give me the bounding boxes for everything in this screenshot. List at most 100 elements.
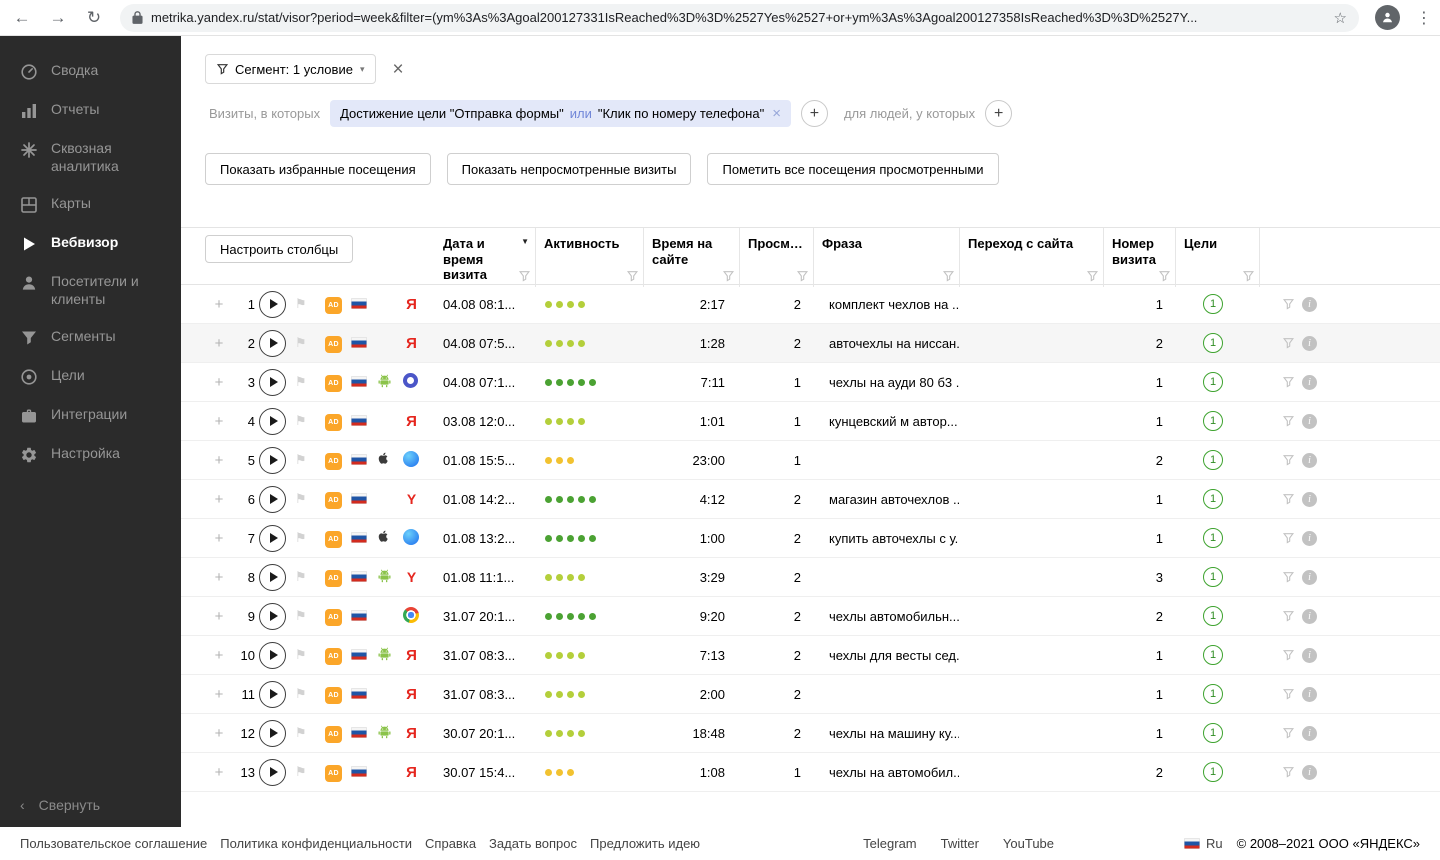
flag-icon[interactable]: ⚑ — [295, 725, 307, 740]
flag-icon[interactable]: ⚑ — [295, 647, 307, 662]
column-header-goals[interactable]: Цели — [1175, 228, 1259, 287]
row-info-icon[interactable]: i — [1302, 570, 1317, 585]
table-row[interactable]: + 12 ⚑ AD Я 30.07 20:1... 18:48 2 чехлы … — [181, 714, 1440, 753]
goal-condition-chip[interactable]: Достижение цели "Отправка формы" или "Кл… — [330, 100, 791, 127]
sidebar-item-settings[interactable]: Настройка — [0, 435, 181, 474]
row-info-icon[interactable]: i — [1302, 336, 1317, 351]
play-visit-button[interactable] — [259, 564, 286, 591]
table-row[interactable]: + 7 ⚑ AD 01.08 13:2... 1:00 2 купить авт… — [181, 519, 1440, 558]
play-visit-button[interactable] — [259, 369, 286, 396]
play-visit-button[interactable] — [259, 447, 286, 474]
play-visit-button[interactable] — [259, 759, 286, 786]
add-to-favorites-icon[interactable]: + — [205, 608, 233, 625]
flag-icon[interactable]: ⚑ — [295, 452, 307, 467]
footer-social-link[interactable]: Telegram — [863, 836, 916, 851]
add-visit-condition-button[interactable]: + — [801, 100, 828, 127]
footer-social-link[interactable]: YouTube — [1003, 836, 1054, 851]
row-info-icon[interactable]: i — [1302, 765, 1317, 780]
flag-icon[interactable]: ⚑ — [295, 608, 307, 623]
add-to-favorites-icon[interactable]: + — [205, 530, 233, 547]
table-row[interactable]: + 5 ⚑ AD 01.08 15:5... 23:00 1 2 1 i — [181, 441, 1440, 480]
url-text[interactable]: metrika.yandex.ru/stat/visor?period=week… — [151, 10, 1326, 25]
play-visit-button[interactable] — [259, 408, 286, 435]
collapse-sidebar-button[interactable]: ‹ Свернуть — [20, 797, 100, 813]
row-info-icon[interactable]: i — [1302, 492, 1317, 507]
sidebar-item-maps[interactable]: Карты — [0, 185, 181, 224]
flag-icon[interactable]: ⚑ — [295, 491, 307, 506]
add-to-favorites-icon[interactable]: + — [205, 725, 233, 742]
flag-icon[interactable]: ⚑ — [295, 335, 307, 350]
column-header-referrer[interactable]: Переход с сайта — [959, 228, 1103, 287]
table-row[interactable]: + 2 ⚑ AD Я 04.08 07:5... 1:28 2 авточехл… — [181, 324, 1440, 363]
add-to-favorites-icon[interactable]: + — [205, 413, 233, 430]
column-header-visit-number[interactable]: Номер визита — [1103, 228, 1175, 287]
sidebar-item-summary[interactable]: Сводка — [0, 52, 181, 91]
row-filter-funnel-icon[interactable] — [1283, 454, 1294, 466]
row-info-icon[interactable]: i — [1302, 609, 1317, 624]
sidebar-item-integrations[interactable]: Интеграции — [0, 396, 181, 435]
add-to-favorites-icon[interactable]: + — [205, 491, 233, 508]
configure-columns-button[interactable]: Настроить столбцы — [205, 235, 353, 263]
play-visit-button[interactable] — [259, 291, 286, 318]
play-visit-button[interactable] — [259, 486, 286, 513]
mark-all-viewed-button[interactable]: Пометить все посещения просмотренными — [707, 153, 998, 185]
table-row[interactable]: + 4 ⚑ AD Я 03.08 12:0... 1:01 1 кунцевск… — [181, 402, 1440, 441]
segment-chip[interactable]: Сегмент: 1 условие ▾ — [205, 54, 376, 84]
footer-link[interactable]: Справка — [425, 836, 476, 851]
footer-link[interactable]: Пользовательское соглашение — [20, 836, 207, 851]
footer-social-link[interactable]: Twitter — [941, 836, 979, 851]
remove-segment-button[interactable]: × — [384, 60, 411, 79]
sidebar-item-webvisor[interactable]: Вебвизор — [0, 224, 181, 263]
sidebar-item-reports[interactable]: Отчеты — [0, 91, 181, 130]
table-row[interactable]: + 3 ⚑ AD 04.08 07:1... 7:11 1 чехлы на а… — [181, 363, 1440, 402]
column-filter-icon[interactable] — [1087, 270, 1098, 282]
row-filter-funnel-icon[interactable] — [1283, 688, 1294, 700]
column-filter-icon[interactable] — [1243, 270, 1254, 282]
add-to-favorites-icon[interactable]: + — [205, 647, 233, 664]
add-to-favorites-icon[interactable]: + — [205, 335, 233, 352]
flag-icon[interactable]: ⚑ — [295, 764, 307, 779]
profile-avatar[interactable] — [1375, 5, 1400, 30]
column-header-activity[interactable]: Активность — [535, 228, 643, 287]
play-visit-button[interactable] — [259, 603, 286, 630]
table-row[interactable]: + 13 ⚑ AD Я 30.07 15:4... 1:08 1 чехлы н… — [181, 753, 1440, 792]
sidebar-item-segments[interactable]: Сегменты — [0, 318, 181, 357]
table-row[interactable]: + 11 ⚑ AD Я 31.07 08:3... 2:00 2 1 1 i — [181, 675, 1440, 714]
column-filter-icon[interactable] — [943, 270, 954, 282]
flag-icon[interactable]: ⚑ — [295, 530, 307, 545]
table-row[interactable]: + 6 ⚑ AD Y 01.08 14:2... 4:12 2 магазин … — [181, 480, 1440, 519]
play-visit-button[interactable] — [259, 642, 286, 669]
bookmark-star-icon[interactable]: ☆ — [1334, 9, 1347, 27]
flag-icon[interactable]: ⚑ — [295, 686, 307, 701]
forward-button[interactable]: → — [48, 8, 68, 28]
row-info-icon[interactable]: i — [1302, 414, 1317, 429]
column-header-phrase[interactable]: Фраза — [813, 228, 959, 287]
row-filter-funnel-icon[interactable] — [1283, 337, 1294, 349]
row-filter-funnel-icon[interactable] — [1283, 649, 1294, 661]
column-filter-icon[interactable] — [1159, 270, 1170, 282]
row-info-icon[interactable]: i — [1302, 297, 1317, 312]
browser-menu-icon[interactable]: ⋮ — [1416, 8, 1428, 28]
flag-icon[interactable]: ⚑ — [295, 413, 307, 428]
row-filter-funnel-icon[interactable] — [1283, 298, 1294, 310]
add-to-favorites-icon[interactable]: + — [205, 686, 233, 703]
row-info-icon[interactable]: i — [1302, 453, 1317, 468]
table-row[interactable]: + 1 ⚑ AD Я 04.08 08:1... 2:17 2 комплект… — [181, 285, 1440, 324]
remove-condition-icon[interactable]: × — [769, 105, 781, 122]
row-info-icon[interactable]: i — [1302, 648, 1317, 663]
back-button[interactable]: ← — [12, 8, 32, 28]
row-info-icon[interactable]: i — [1302, 531, 1317, 546]
row-info-icon[interactable]: i — [1302, 726, 1317, 741]
flag-icon[interactable]: ⚑ — [295, 296, 307, 311]
row-filter-funnel-icon[interactable] — [1283, 532, 1294, 544]
language-switcher[interactable]: Ru — [1184, 836, 1223, 851]
footer-link[interactable]: Политика конфиденциальности — [220, 836, 412, 851]
reload-button[interactable]: ↻ — [84, 8, 104, 28]
row-filter-funnel-icon[interactable] — [1283, 766, 1294, 778]
column-header-time-on-site[interactable]: Время на сайте — [643, 228, 739, 287]
add-to-favorites-icon[interactable]: + — [205, 296, 233, 313]
row-filter-funnel-icon[interactable] — [1283, 376, 1294, 388]
table-row[interactable]: + 10 ⚑ AD Я 31.07 08:3... 7:13 2 чехлы д… — [181, 636, 1440, 675]
address-bar[interactable]: metrika.yandex.ru/stat/visor?period=week… — [120, 4, 1359, 32]
row-filter-funnel-icon[interactable] — [1283, 727, 1294, 739]
